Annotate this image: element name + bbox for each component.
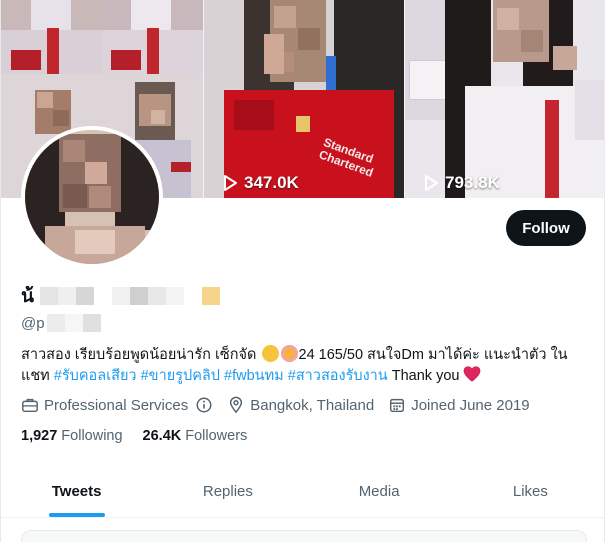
briefcase-icon xyxy=(22,398,38,413)
view-count: 347.0K xyxy=(220,173,299,193)
tab-likes[interactable]: Likes xyxy=(455,466,604,517)
media-thumb-1[interactable] xyxy=(1,0,103,74)
category: Professional Services xyxy=(21,396,213,414)
handle-row: @p xyxy=(21,311,101,335)
name-redaction xyxy=(40,287,220,305)
hashtag-link[interactable]: #fwbนทม xyxy=(224,368,284,384)
bio: สาวสอง เรียบร้อยพูดน้อยน่ารัก เซ็กจัด 24… xyxy=(21,345,568,384)
location: Bangkok, Thailand xyxy=(227,396,374,414)
hashtag-link[interactable]: #ขายรูปคลิป xyxy=(141,368,220,384)
play-icon xyxy=(425,175,438,191)
hashtag-link[interactable]: #สาวสองรับงาน xyxy=(288,368,388,384)
handle: @p xyxy=(21,314,45,332)
follow-counts: 1,927 Following 26.4K Followers xyxy=(21,428,247,444)
profile-meta: Professional Services Bangkok, Thailand … xyxy=(21,396,530,414)
tab-tweets[interactable]: Tweets xyxy=(1,466,152,517)
calendar-icon xyxy=(390,398,405,413)
follow-button[interactable]: Follow xyxy=(506,210,586,246)
display-name: น้ xyxy=(21,286,34,307)
view-count: 793.8K xyxy=(421,173,500,193)
display-name-row: น้ xyxy=(21,284,220,308)
handle-redaction xyxy=(46,314,101,332)
tab-replies[interactable]: Replies xyxy=(152,466,303,517)
next-tweet-card[interactable] xyxy=(21,530,587,542)
smiling-face-hearts-emoji xyxy=(280,345,298,362)
media-thumb-5[interactable]: 793.8K xyxy=(405,0,604,198)
following-link[interactable]: 1,927 Following xyxy=(21,428,123,444)
smiling-face-emoji xyxy=(261,345,279,362)
tab-media[interactable]: Media xyxy=(304,466,455,517)
location-pin-icon xyxy=(230,396,243,414)
info-icon[interactable] xyxy=(195,396,213,414)
followers-link[interactable]: 26.4K Followers xyxy=(143,428,248,444)
join-date: Joined June 2019 xyxy=(388,396,530,414)
red-heart-icon xyxy=(464,366,481,382)
avatar[interactable] xyxy=(21,126,163,268)
profile-page: Standard Chartered 347.0K 793.8K Follow … xyxy=(0,0,605,542)
profile-tabs: Tweets Replies Media Likes xyxy=(1,466,604,518)
hashtag-link[interactable]: #รับคอลเสียว xyxy=(54,368,137,384)
play-icon xyxy=(224,175,237,191)
media-thumb-4[interactable]: Standard Chartered 347.0K xyxy=(204,0,404,198)
media-thumb-2[interactable] xyxy=(103,0,203,74)
